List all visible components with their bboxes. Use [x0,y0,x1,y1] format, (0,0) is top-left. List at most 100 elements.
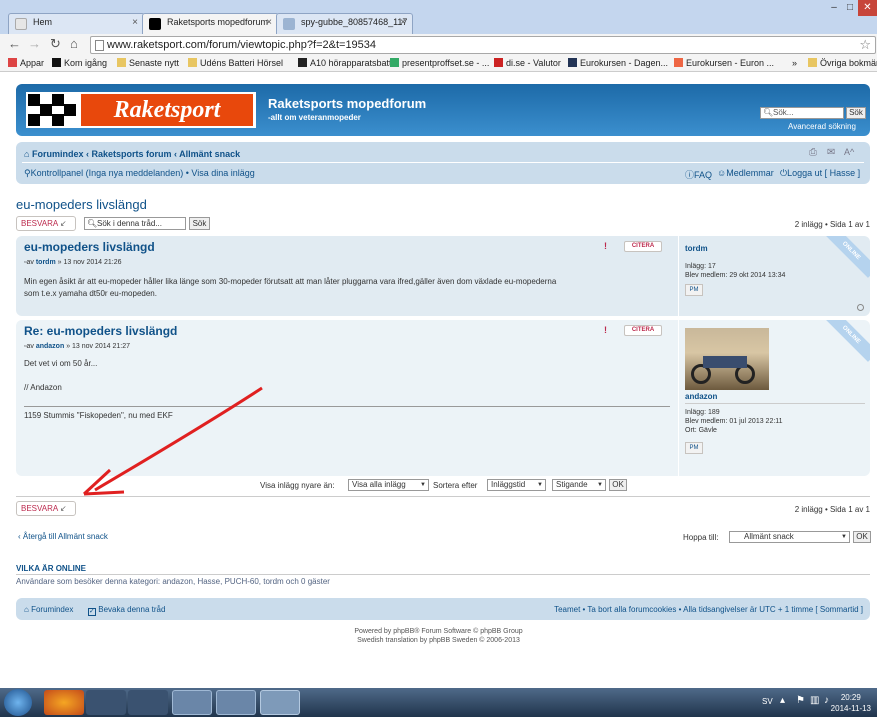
explorer-icon[interactable] [216,690,256,715]
volume-icon[interactable]: ♪ [824,695,829,706]
post-title[interactable]: Re: eu-mopeders livslängd [24,324,177,338]
quote-button[interactable]: CITERA [624,241,662,252]
report-icon[interactable]: ! [604,325,614,335]
breadcrumb[interactable]: ⌂ Forumindex ‹ Raketsports forum ‹ Allmä… [24,149,240,159]
post-body-line: Min egen åsikt är att eu-mopeder håller … [24,277,557,286]
maximize-icon[interactable]: □ [842,0,858,16]
forward-icon[interactable]: → [28,36,41,51]
view-posts-link[interactable]: • Visa dina inlägg [186,168,255,178]
footer-right-links[interactable]: Teamet • Ta bort alla forumcookies • All… [554,605,863,614]
bookmark-a10[interactable]: A10 hörapparatsbatt... [298,58,399,68]
bookmark-senaste-nytt[interactable]: Senaste nytt [117,58,179,68]
pm-button[interactable]: PM [685,284,703,296]
topic-title[interactable]: eu-mopeders livslängd [16,197,147,212]
tab-spy-gubbe[interactable]: spy-gubbe_80857468_117 × [276,13,413,34]
minimize-icon[interactable]: – [826,0,842,16]
system-clock[interactable]: 20:29 2014-11-13 [831,692,871,714]
members-link[interactable]: ☺Medlemmar [717,168,774,178]
profile-divider [685,403,865,404]
home-icon[interactable]: ⌂ [70,36,78,51]
jump-to-select[interactable]: Allmänt snack [729,531,850,543]
app-icon[interactable] [128,690,168,715]
back-icon[interactable]: ← [8,36,21,51]
sort-ok-button[interactable]: OK [609,479,627,491]
profile-username[interactable]: tordm [685,244,708,253]
bookmark-udens[interactable]: Udéns Batteri Hörsel [188,58,283,68]
online-badge: ONLINE [824,320,870,362]
profile-username[interactable]: andazon [685,392,717,401]
back-to-forum-link[interactable]: ‹ Återgå till Allmänt snack [18,532,108,541]
close-icon[interactable]: × [266,17,272,28]
reload-icon[interactable]: ↻ [50,36,61,52]
tab-hem[interactable]: Hem × [8,13,145,34]
media-player-icon[interactable] [86,690,126,715]
advanced-search-link[interactable]: Avancerad sökning [788,122,856,131]
bookmark-kom-igang[interactable]: Kom igång [52,58,107,68]
email-icon[interactable]: ✉ [827,147,835,158]
firefox-icon[interactable] [44,690,84,715]
bookmark-eurokursen-1[interactable]: Eurokursen - Dagen... [568,58,668,68]
url-bar[interactable]: www.raketsport.com/forum/viewtopic.php?f… [90,36,876,54]
faq-icon: ⓘ [685,170,695,180]
tray-arrow-icon[interactable]: ▴ [780,695,785,706]
bookmark-appar[interactable]: Appar [8,58,44,68]
back-to-top-icon[interactable] [857,304,864,311]
sort-by-select[interactable]: Inläggstid [487,479,546,491]
site-logo[interactable]: Raketsport [26,92,256,128]
bookmark-di-se[interactable]: di.se - Valutor [494,58,561,68]
watch-topic-link[interactable]: ✓ Bevaka denna tråd [88,605,165,616]
control-panel-text: Kontrollpanel (Inga nya meddelanden) [30,168,184,178]
sort-order-select[interactable]: Stigande [552,479,606,491]
faq-link[interactable]: ⓘFAQ [685,168,712,181]
close-icon[interactable]: × [132,17,138,28]
post-author-link[interactable]: andazon [36,343,64,350]
divider [16,574,870,575]
font-size-icon[interactable]: A^ [844,147,854,157]
chrome-icon[interactable] [260,690,300,715]
who-is-online-heading[interactable]: VILKA ÄR ONLINE [16,564,86,573]
reply-icon: ↙ [60,219,67,228]
header-search-button[interactable]: Sök [846,107,866,119]
star-icon[interactable]: ☆ [859,37,871,53]
post-date: » 13 nov 2014 21:27 [66,343,131,350]
start-button[interactable] [4,689,32,716]
profile-info: Inlägg: 189 Blev medlem: 01 jul 2013 22:… [685,408,783,435]
pm-button[interactable]: PM [685,442,703,454]
topic-search-input[interactable]: 🔍︎ Sök i denna tråd... [84,217,186,230]
bookmark-ovriga[interactable]: Övriga bokmärken [808,58,877,68]
post-author-link[interactable]: tordm [36,259,56,266]
sort-by-label: Sortera efter [433,481,478,490]
user-avatar[interactable] [685,328,769,390]
quote-button[interactable]: CITERA [624,325,662,336]
report-icon[interactable]: ! [604,241,614,251]
topic-search-button[interactable]: Sök [189,217,210,230]
reply-label: BESVARA [21,504,58,513]
bookmark-label: Appar [20,58,45,68]
site-description: -allt om veteranmopeder [268,113,361,122]
reply-button[interactable]: BESVARA ↙ [16,216,76,231]
header-search-input[interactable]: 🔍︎ Sök... [760,107,844,119]
close-window-icon[interactable]: ✕ [858,0,877,16]
bookmarks-overflow[interactable]: » [792,58,797,68]
logout-link[interactable]: ⏻Logga ut [ Hasse ] [780,168,860,179]
language-indicator[interactable]: SV [762,697,773,706]
bookmark-presentproffset[interactable]: presentproffset.se - ... [390,58,489,68]
site-icon [390,58,399,67]
post-title[interactable]: eu-mopeders livslängd [24,240,155,254]
close-icon[interactable]: × [400,17,406,28]
network-icon[interactable]: ▥ [810,695,819,706]
print-icon[interactable]: ⎙ [809,147,817,158]
pagination-top: 2 inlägg • Sida 1 av 1 [794,220,870,229]
outlook-icon[interactable] [172,690,212,715]
reply-button-bottom[interactable]: BESVARA ↙ [16,501,76,516]
flag-icon[interactable]: ⚑ [796,695,805,706]
control-panel-link[interactable]: ⚲Kontrollpanel (Inga nya meddelanden) • … [24,168,255,179]
bookmark-label: Udéns Batteri Hörsel [200,58,284,68]
image-icon [283,18,295,30]
show-posts-select[interactable]: Visa alla inlägg [348,479,429,491]
jump-ok-button[interactable]: OK [853,531,871,543]
tab-raketsport[interactable]: Raketsports mopedforum × [142,13,279,35]
bookmark-eurokursen-2[interactable]: Eurokursen - Euron ... [674,58,774,68]
footer-forumindex-link[interactable]: ⌂ Forumindex [24,605,73,614]
reply-label: BESVARA [21,219,58,228]
